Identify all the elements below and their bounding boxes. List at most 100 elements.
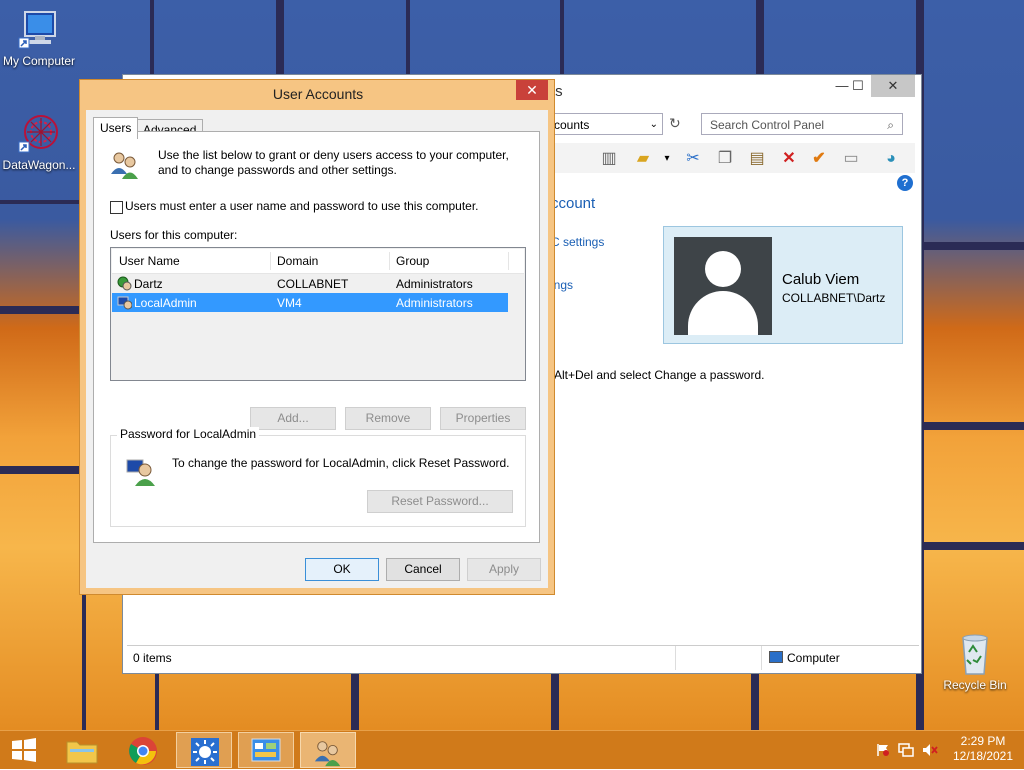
computer-icon [769, 651, 783, 663]
users-list[interactable]: User Name Domain Group Dartz COLLABNET A… [110, 247, 526, 381]
desktop-icon-my-computer[interactable]: My Computer [0, 8, 78, 68]
user-accounts-dialog: User Accounts ✕ Advanced Use the list be… [79, 79, 555, 595]
folder-icon[interactable]: ▰ [633, 149, 653, 169]
taskbar-user-accounts[interactable] [300, 732, 356, 768]
cancel-button[interactable]: Cancel [386, 558, 460, 581]
taskbar-control-panel[interactable] [238, 732, 294, 768]
search-input[interactable]: Search Control Panel ⌕ [701, 113, 903, 135]
taskbar: 2:29 PM 12/18/2021 [0, 730, 1024, 769]
desktop-icon-datawagon[interactable]: DataWagon... [0, 112, 78, 172]
apply-button[interactable]: Apply [467, 558, 541, 581]
password-instructions: To change the password for LocalAdmin, c… [172, 456, 510, 470]
page-heading: ccount [551, 195, 596, 212]
explorer-toolbar: ▥ ▰ ▾ ✂ ❐ ▤ ✕ ✔ ▭ ◕ [543, 143, 915, 173]
dialog-title: User Accounts [272, 86, 364, 102]
avatar [674, 237, 772, 335]
user-profile-card: Calub Viem COLLABNET\Dartz [663, 226, 903, 344]
status-divider [761, 646, 762, 670]
avatar-head [705, 251, 741, 287]
status-item-count: 0 items [133, 651, 172, 665]
profile-account: COLLABNET\Dartz [782, 291, 886, 305]
user-globe-icon [117, 276, 132, 291]
control-panel-icon [251, 738, 281, 769]
search-icon[interactable]: ⌕ [887, 114, 894, 136]
column-header-domain[interactable]: Domain [277, 254, 318, 268]
chrome-icon [128, 736, 158, 769]
column-separator[interactable] [389, 252, 390, 270]
column-separator[interactable] [270, 252, 271, 270]
address-bar[interactable]: ccounts ⌄ [543, 113, 663, 135]
reset-password-button[interactable]: Reset Password... [367, 490, 513, 513]
system-clock[interactable]: 2:29 PM 12/18/2021 [948, 734, 1018, 764]
desktop-icon-label: Recycle Bin [943, 678, 1007, 692]
users-icon [313, 737, 343, 770]
cell-group: Administrators [396, 296, 473, 310]
avatar-body [688, 291, 758, 335]
intro-text-line2: and to change passwords and other settin… [158, 163, 397, 177]
tab-users[interactable]: Users [93, 117, 139, 139]
desktop-icon-recycle-bin[interactable]: Recycle Bin [936, 632, 1014, 692]
folder-icon [66, 738, 98, 767]
delete-icon[interactable]: ✕ [779, 149, 799, 169]
taskbar-chrome[interactable] [114, 732, 170, 768]
volume-muted-icon[interactable] [922, 742, 938, 758]
taskbar-file-explorer[interactable] [54, 732, 110, 768]
sun-icon [191, 738, 219, 769]
password-groupbox: Password for LocalAdmin To change the pa… [110, 427, 526, 527]
properties-button[interactable]: Properties [440, 407, 526, 430]
remove-user-button[interactable]: Remove [345, 407, 431, 430]
maximize-button[interactable]: ☐ [843, 75, 873, 97]
shell-icon[interactable]: ◕ [881, 149, 901, 169]
user-password-icon [125, 454, 157, 486]
taskbar-brightness-app[interactable] [176, 732, 232, 768]
action-center-flag-icon[interactable] [876, 743, 890, 757]
password-hint: Alt+Del and select Change a password. [554, 368, 765, 382]
computer-icon [17, 8, 61, 52]
network-icon[interactable] [898, 742, 914, 758]
copy-icon[interactable]: ❐ [715, 149, 735, 169]
require-password-label[interactable]: Users must enter a user name and passwor… [125, 199, 479, 213]
refresh-icon[interactable]: ↻ [669, 115, 681, 132]
table-row[interactable]: Dartz COLLABNET Administrators [112, 274, 508, 293]
status-bar: 0 items Computer [127, 645, 919, 670]
wallpaper-pane [0, 470, 86, 730]
wallpaper-pane [920, 246, 1024, 426]
search-placeholder: Search Control Panel [710, 118, 825, 132]
dialog-body: Advanced Use the list below to grant or … [86, 110, 548, 588]
uac-settings-link[interactable]: C settings [551, 235, 604, 249]
users-list-label: Users for this computer: [110, 228, 238, 242]
column-header-user-name[interactable]: User Name [119, 254, 180, 268]
cell-domain: COLLABNET [277, 277, 349, 291]
checkmark-icon[interactable]: ✔ [809, 149, 829, 169]
help-icon[interactable]: ? [897, 175, 913, 191]
list-header: User Name Domain Group [112, 249, 524, 274]
dialog-close-button[interactable]: ✕ [516, 80, 548, 100]
wallpaper-pane [920, 426, 1024, 546]
user-computer-icon [117, 295, 133, 310]
column-header-group[interactable]: Group [396, 254, 429, 268]
chevron-down-icon[interactable]: ▾ [657, 149, 677, 169]
status-location: Computer [787, 651, 840, 665]
require-password-checkbox[interactable] [110, 201, 123, 214]
intro-text-line1: Use the list below to grant or deny user… [158, 148, 509, 162]
cut-icon[interactable]: ✂ [683, 149, 703, 169]
layout-icon[interactable]: ▥ [599, 149, 619, 169]
close-button[interactable]: ✕ [871, 75, 915, 97]
paste-icon[interactable]: ▤ [747, 149, 767, 169]
column-separator[interactable] [508, 252, 509, 270]
cell-group: Administrators [396, 277, 473, 291]
add-user-button[interactable]: Add... [250, 407, 336, 430]
properties-icon[interactable]: ▭ [841, 149, 861, 169]
cell-user-name: Dartz [134, 277, 163, 291]
start-button[interactable] [10, 737, 38, 763]
table-row[interactable]: LocalAdmin VM4 Administrators [112, 293, 508, 312]
ok-button[interactable]: OK [305, 558, 379, 581]
profile-name: Calub Viem [782, 271, 860, 288]
clock-time: 2:29 PM [960, 734, 1006, 748]
chevron-down-icon[interactable]: ⌄ [650, 114, 658, 136]
users-tab-panel: Use the list below to grant or deny user… [93, 131, 540, 543]
cell-domain: VM4 [277, 296, 302, 310]
recycle-bin-icon [953, 632, 997, 676]
users-icon [109, 148, 141, 180]
cell-user-name: LocalAdmin [134, 296, 197, 310]
